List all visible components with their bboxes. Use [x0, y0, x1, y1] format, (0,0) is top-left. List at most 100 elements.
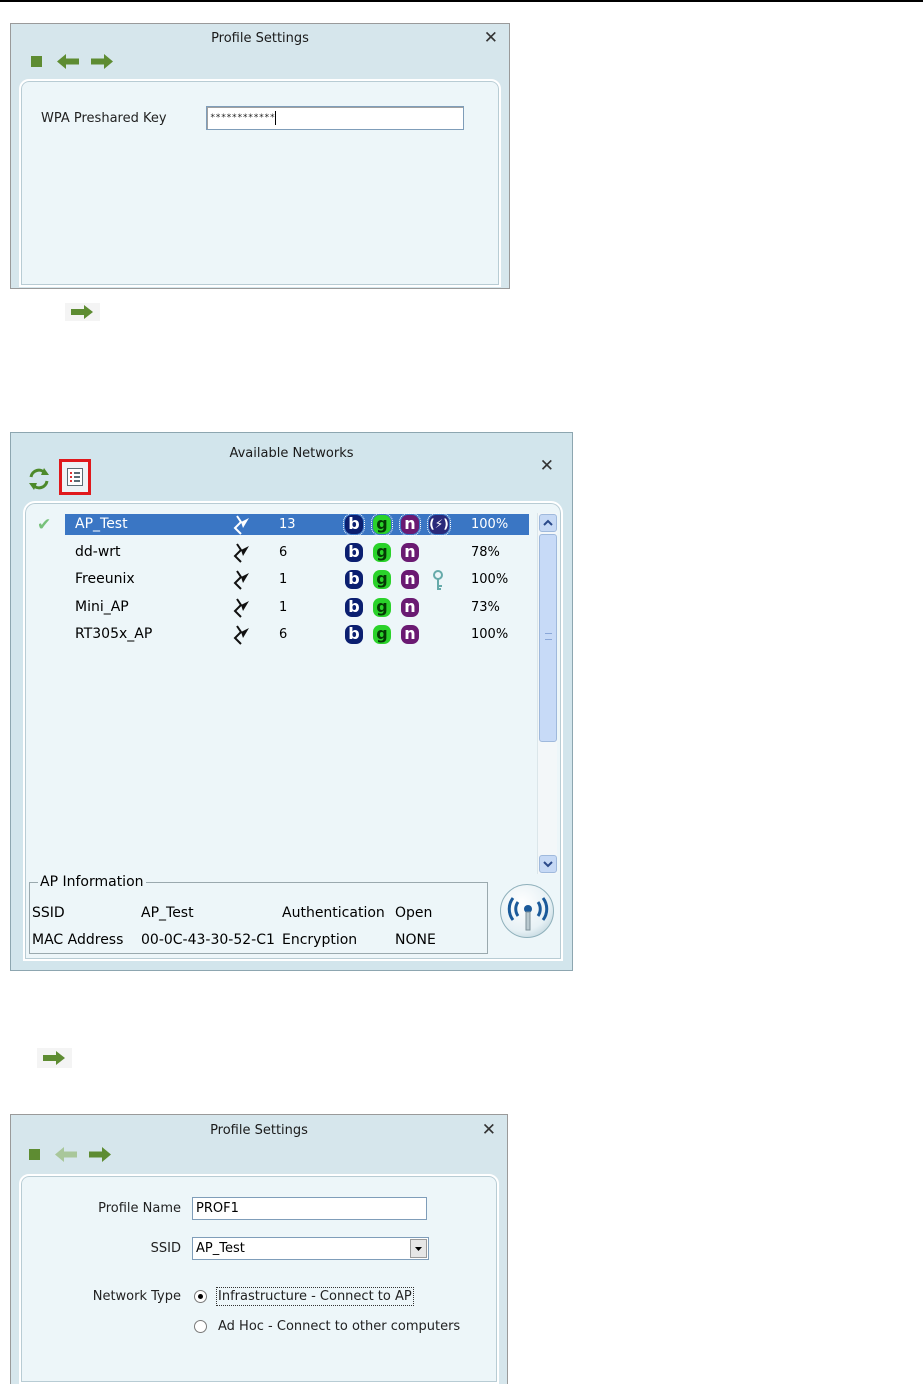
network-ssid: AP_Test — [75, 516, 128, 532]
profile-name-label: Profile Name — [98, 1201, 181, 1216]
list-view-icon — [67, 468, 83, 486]
infrastructure-icon — [233, 542, 249, 563]
ap-information-legend: AP Information — [38, 874, 146, 890]
window-title: Available Networks — [229, 446, 354, 461]
network-channel: 1 — [279, 572, 288, 587]
adhoc-radio[interactable] — [194, 1320, 207, 1333]
ap-information-group: AP Information SSID AP_Test Authenticati… — [29, 874, 488, 954]
forward-arrow-icon[interactable] — [89, 1147, 111, 1162]
ssid-value: AP_Test — [141, 905, 194, 921]
available-networks-window: Available Networks ✕ ✔ AP_Test 13 b g n (⚡) 100… — [10, 432, 573, 971]
network-channel: 6 — [279, 627, 288, 642]
ssid-label: SSID — [150, 1241, 181, 1256]
window-title: Profile Settings — [211, 31, 309, 46]
network-row[interactable]: Mini_AP 1 b g n 73% — [27, 596, 537, 624]
mode-n-icon: n — [399, 513, 421, 536]
mode-g-icon: g — [373, 625, 391, 644]
infrastructure-icon — [233, 570, 249, 590]
forward-arrow-icon[interactable] — [91, 54, 113, 69]
scroll-grip — [545, 633, 552, 640]
chevron-down-icon — [543, 861, 553, 868]
mode-b-icon: b — [345, 570, 363, 589]
refresh-icon[interactable] — [27, 467, 51, 491]
infrastructure-radio[interactable] — [194, 1290, 207, 1303]
mac-address-value: 00-0C-43-30-52-C1 — [141, 932, 275, 948]
scroll-thumb[interactable] — [539, 534, 557, 742]
connect-button[interactable] — [500, 884, 554, 938]
network-signal: 78% — [471, 544, 500, 560]
authentication-value: Open — [395, 905, 433, 921]
mode-n-icon: n — [401, 542, 419, 562]
networks-panel: ✔ AP_Test 13 b g n (⚡) 100% dd-wrt 6 b g n 78% Freeuni… — [23, 501, 563, 961]
network-row[interactable]: ✔ AP_Test 13 b g n (⚡) 100% — [27, 513, 537, 541]
network-list[interactable]: ✔ AP_Test 13 b g n (⚡) 100% dd-wrt 6 b g n 78% Freeuni… — [27, 513, 537, 651]
network-ssid: Freeunix — [75, 571, 135, 587]
network-signal: 100% — [471, 517, 509, 532]
authentication-label: Authentication — [282, 905, 385, 921]
text-caret — [275, 110, 277, 125]
infrastructure-icon — [233, 515, 249, 535]
page-top-rule — [0, 0, 923, 2]
ssid-label: SSID — [32, 905, 65, 921]
network-row[interactable]: dd-wrt 6 b g n 78% — [27, 541, 537, 569]
network-channel: 6 — [279, 544, 288, 560]
infrastructure-option-label[interactable]: Infrastructure - Connect to AP — [216, 1287, 414, 1306]
scroll-down-button[interactable] — [539, 855, 557, 873]
selection-highlight — [65, 514, 529, 535]
mode-n-icon: n — [401, 597, 419, 617]
close-icon[interactable]: ✕ — [484, 30, 498, 47]
network-ssid: RT305x_AP — [75, 626, 153, 642]
key-icon — [433, 570, 443, 590]
network-ssid: dd-wrt — [75, 543, 121, 560]
settings-panel: WPA Preshared Key ************ — [19, 79, 501, 287]
mode-g-icon: g — [371, 513, 393, 536]
back-arrow-icon[interactable] — [57, 54, 79, 69]
list-view-button[interactable] — [59, 459, 91, 495]
back-arrow-icon-disabled — [55, 1147, 77, 1162]
mode-b-icon: b — [345, 625, 363, 644]
mode-b-icon: b — [345, 542, 363, 562]
close-icon[interactable]: ✕ — [482, 1122, 496, 1139]
infrastructure-icon — [233, 625, 249, 645]
network-channel: 13 — [279, 517, 296, 532]
network-ssid: Mini_AP — [75, 598, 129, 615]
profile-settings-general-window: Profile Settings ✕ Profile Name PROF1 SS… — [10, 1114, 508, 1384]
window-title: Profile Settings — [210, 1123, 308, 1138]
connected-check-icon: ✔ — [37, 515, 52, 535]
network-type-label: Network Type — [92, 1289, 181, 1304]
forward-arrow-icon — [37, 1048, 72, 1068]
encryption-value: NONE — [395, 932, 436, 948]
chevron-down-icon — [415, 1247, 422, 1251]
profile-name-input[interactable]: PROF1 — [192, 1197, 427, 1220]
infrastructure-icon — [233, 597, 249, 618]
wpa-key-value: ************ — [210, 113, 276, 123]
scroll-up-button[interactable] — [539, 514, 557, 532]
network-row[interactable]: RT305x_AP 6 b g n 100% — [27, 623, 537, 651]
ssid-select[interactable]: AP_Test — [192, 1237, 429, 1260]
settings-panel: Profile Name PROF1 SSID AP_Test Network … — [19, 1174, 499, 1384]
stop-icon[interactable] — [29, 1149, 40, 1160]
network-channel: 1 — [279, 599, 288, 615]
wpa-key-label: WPA Preshared Key — [41, 111, 167, 126]
mode-b-icon: b — [343, 513, 365, 536]
mode-n-icon: n — [401, 570, 419, 589]
dropdown-button[interactable] — [410, 1239, 427, 1258]
wps-icon: (⚡) — [427, 513, 451, 536]
stop-icon[interactable] — [31, 56, 42, 67]
adhoc-option-label[interactable]: Ad Hoc - Connect to other computers — [218, 1319, 460, 1334]
mode-g-icon: g — [373, 597, 391, 617]
network-signal: 100% — [471, 627, 509, 642]
network-signal: 100% — [471, 572, 509, 587]
forward-arrow-icon — [65, 303, 100, 321]
mode-n-icon: n — [401, 625, 419, 644]
mode-g-icon: g — [373, 570, 391, 589]
ssid-select-value: AP_Test — [196, 1241, 245, 1256]
network-row[interactable]: Freeunix 1 b g n 100% — [27, 568, 537, 596]
profile-settings-key-window: Profile Settings ✕ WPA Preshared Key ***… — [10, 23, 510, 289]
wpa-key-input[interactable]: ************ — [206, 106, 464, 130]
mode-g-icon: g — [373, 542, 391, 562]
scrollbar[interactable] — [537, 513, 557, 874]
mode-b-icon: b — [345, 597, 363, 617]
encryption-label: Encryption — [282, 932, 358, 948]
close-icon[interactable]: ✕ — [540, 458, 554, 475]
